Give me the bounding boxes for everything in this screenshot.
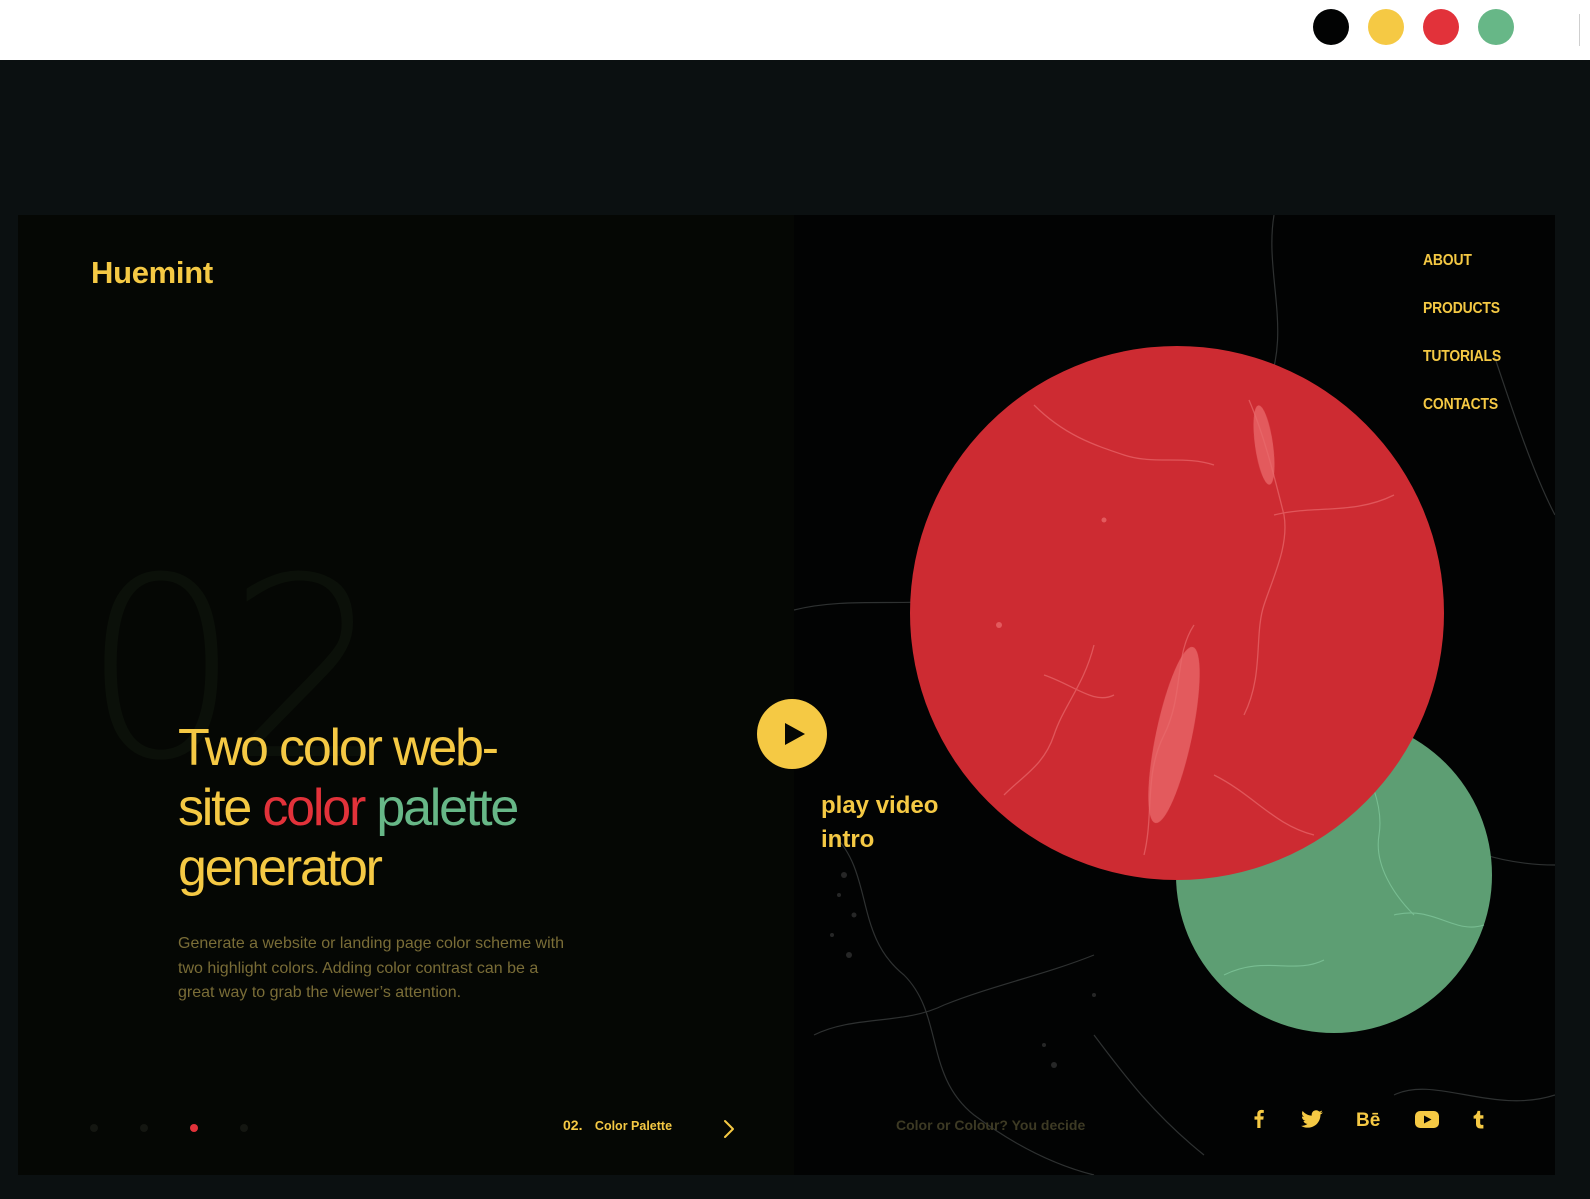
slider-dot-3[interactable] bbox=[190, 1124, 198, 1132]
nav-item-contacts[interactable]: CONTACTS bbox=[1423, 394, 1501, 416]
swatch-green-button[interactable] bbox=[1478, 9, 1514, 45]
footer-tagline: Color or Colour? You decide bbox=[896, 1117, 1086, 1133]
twitter-icon[interactable] bbox=[1299, 1106, 1325, 1132]
toolbar-divider bbox=[1579, 14, 1580, 46]
website-preview: Huemint 02 Two color web- site color pal… bbox=[18, 215, 1555, 1175]
main-navigation: ABOUT PRODUCTS TUTORIALS CONTACTS bbox=[1423, 250, 1510, 442]
play-label-line-2: intro bbox=[821, 826, 875, 853]
tumblr-icon[interactable] bbox=[1465, 1106, 1491, 1132]
chevron-right-icon[interactable] bbox=[720, 1118, 738, 1140]
slider-dot-2[interactable] bbox=[140, 1124, 148, 1132]
play-label-line-1: play video bbox=[821, 792, 939, 819]
nav-item-about[interactable]: ABOUT bbox=[1423, 250, 1501, 272]
brand-logo[interactable]: Huemint bbox=[91, 255, 213, 291]
hero-headline: Two color web- site color palette genera… bbox=[178, 718, 638, 898]
facebook-icon[interactable] bbox=[1246, 1106, 1272, 1132]
swatch-red-button[interactable] bbox=[1423, 9, 1459, 45]
nav-item-tutorials[interactable]: TUTORIALS bbox=[1423, 346, 1501, 368]
palette-toolbar bbox=[0, 0, 1590, 60]
headline-word-palette: palette bbox=[376, 779, 519, 837]
play-icon bbox=[785, 723, 805, 745]
slider-dot-4[interactable] bbox=[240, 1124, 248, 1132]
behance-icon[interactable]: Bē bbox=[1354, 1106, 1388, 1132]
headline-word-color: color bbox=[262, 779, 366, 837]
nav-item-products[interactable]: PRODUCTS bbox=[1423, 298, 1501, 320]
slide-number: 02. bbox=[563, 1117, 583, 1133]
headline-word-site: site bbox=[178, 779, 252, 837]
headline-line-1: Two color web- bbox=[178, 719, 499, 777]
slide-title: Color Palette bbox=[594, 1119, 673, 1133]
swatch-yellow-button[interactable] bbox=[1368, 9, 1404, 45]
youtube-icon[interactable] bbox=[1412, 1106, 1442, 1132]
svg-text:Bē: Bē bbox=[1356, 1110, 1380, 1131]
slider-dot-1[interactable] bbox=[90, 1124, 98, 1132]
play-video-label[interactable]: play video intro bbox=[821, 789, 1021, 857]
headline-line-3: generator bbox=[178, 839, 383, 897]
play-video-button[interactable] bbox=[757, 699, 827, 769]
current-slide-label: 02. Color Palette bbox=[563, 1117, 672, 1135]
hero-description: Generate a website or landing page color… bbox=[178, 935, 564, 1001]
swatch-black-button[interactable] bbox=[1313, 9, 1349, 45]
hero-left-panel: Huemint 02 Two color web- site color pal… bbox=[18, 215, 794, 1175]
